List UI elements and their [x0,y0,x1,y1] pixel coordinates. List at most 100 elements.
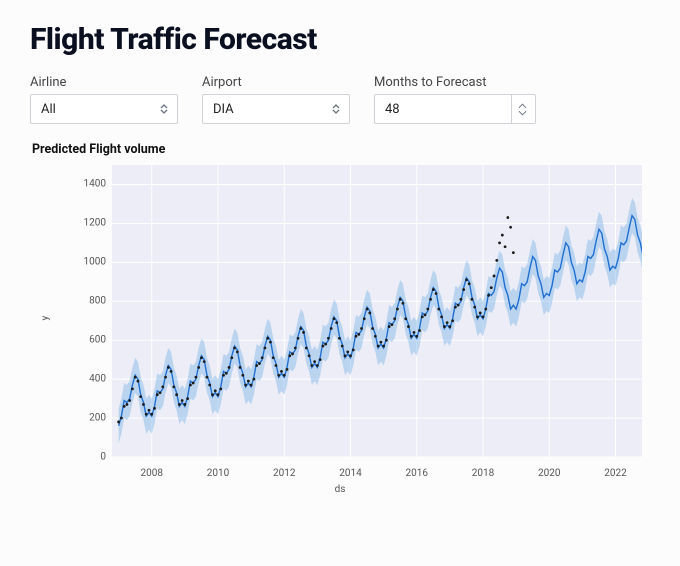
observed-point [388,325,391,328]
observed-point [126,403,129,406]
observed-point [272,356,275,359]
y-tick: 0 [66,452,106,463]
observed-point [172,386,175,389]
observed-point [333,317,336,320]
observed-point [495,259,498,262]
observed-point [484,308,487,311]
airport-select[interactable]: DIA [202,94,350,124]
observed-point [277,374,280,377]
observed-point [393,317,396,320]
observed-point [327,337,330,340]
observed-point [252,378,255,381]
observed-point [241,374,244,377]
observed-point [457,304,460,307]
observed-point [131,387,134,390]
observed-point [413,331,416,334]
x-axis-label: ds [335,484,346,495]
observed-point [120,417,123,420]
observed-point [137,380,140,383]
observed-point [319,358,322,361]
observed-point [283,374,286,377]
observed-point [363,317,366,320]
observed-point [170,370,173,373]
observed-point [360,327,363,330]
observed-point [239,366,242,369]
observed-point [437,308,440,311]
observed-point [424,313,427,316]
observed-point [352,349,355,352]
observed-point [159,391,162,394]
observed-point [407,325,410,328]
y-tick: 200 [66,413,106,424]
observed-point [402,302,405,305]
observed-point [269,341,272,344]
observed-point [288,354,291,357]
observed-point [344,354,347,357]
observed-point [123,405,126,408]
observed-point [471,298,474,301]
airline-label: Airline [30,75,178,90]
observed-point [374,335,377,338]
controls-row: Airline All Airport DIA Months to Foreca… [30,75,650,124]
observed-point [316,364,319,367]
observed-point [493,275,496,278]
observed-point [366,308,369,311]
observed-point [200,356,203,359]
observed-point [341,345,344,348]
observed-point [479,312,482,315]
observed-point [440,315,443,318]
observed-point [183,403,186,406]
observed-point [255,364,258,367]
observed-point [206,376,209,379]
observed-point [150,413,153,416]
observed-point [228,366,231,369]
observed-point [203,360,206,363]
y-tick: 1200 [66,218,106,229]
y-tick: 1400 [66,179,106,190]
observed-point [435,292,438,295]
observed-point [261,356,264,359]
x-tick: 2020 [538,468,560,479]
months-control: Months to Forecast 48 [374,75,536,124]
observed-point [426,308,429,311]
observed-point [460,298,463,301]
observed-point [399,298,402,301]
observed-point [377,345,380,348]
observed-point [355,335,358,338]
x-tick: 2012 [273,468,295,479]
observed-point [250,384,253,387]
observed-point [128,399,131,402]
observed-point [211,393,214,396]
observed-point [501,234,504,237]
observed-point [462,288,465,291]
months-input[interactable]: 48 [374,94,536,124]
forecast-band [119,198,642,443]
observed-point [506,216,509,219]
observed-point [357,333,360,336]
observed-point [473,306,476,309]
y-tick: 400 [66,374,106,385]
airline-select[interactable]: All [30,94,178,124]
observed-point [247,380,250,383]
observed-point [330,327,333,330]
observed-point [230,356,233,359]
stepper-icon[interactable] [511,95,527,123]
observed-point [264,347,267,350]
observed-point [156,393,159,396]
observed-point [299,327,302,330]
observed-point [429,298,432,301]
observed-point [197,366,200,369]
observed-point [371,327,374,330]
observed-point [219,387,222,390]
observed-point [214,389,217,392]
airline-value: All [41,102,56,117]
observed-point [415,335,418,338]
airport-value: DIA [213,102,234,117]
observed-point [504,245,507,248]
observed-point [291,352,294,355]
observed-point [175,393,178,396]
airline-control: Airline All [30,75,178,124]
observed-point [145,413,148,416]
observed-point [448,325,451,328]
airport-label: Airport [202,75,350,90]
